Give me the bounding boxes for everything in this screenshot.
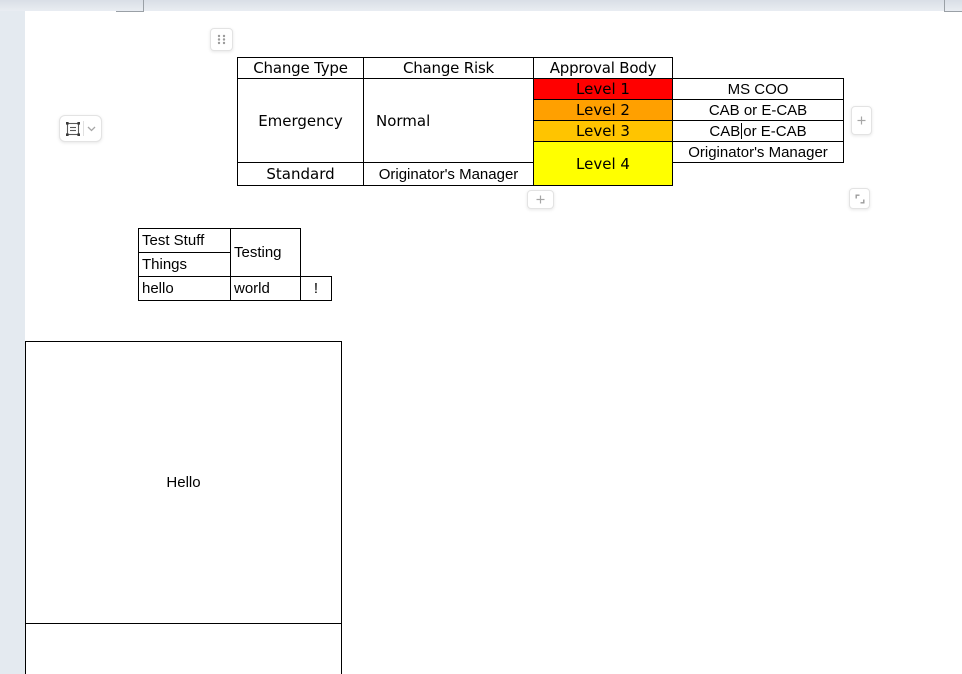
window-top-strip xyxy=(0,0,962,11)
table-row-header: Change Type Change Risk Approval Body xyxy=(237,57,844,79)
cell-approver-level-4[interactable]: Originator's Manager xyxy=(672,140,844,164)
cell-change-type-emergency[interactable]: Emergency xyxy=(237,77,364,164)
grip-dots-icon xyxy=(216,33,227,46)
page-left-margin xyxy=(0,11,25,674)
cell-change-type-standard[interactable]: Standard xyxy=(237,162,364,186)
cell-level-2[interactable]: Level 2 xyxy=(533,99,673,121)
hello-block-table[interactable]: Hello xyxy=(25,341,342,674)
column-header-approval-body: Approval Body xyxy=(533,57,673,79)
drag-handle[interactable] xyxy=(210,28,233,51)
resize-table-button[interactable] xyxy=(849,188,870,209)
add-row-button[interactable] xyxy=(527,190,554,209)
column-header-change-type: Change Type xyxy=(237,57,364,79)
table-fragment-top-right xyxy=(944,0,962,12)
table-fragment-top-left xyxy=(116,0,144,12)
cell-approver-level-3[interactable]: CAB or E-CAB xyxy=(672,120,844,142)
chevron-down-icon[interactable] xyxy=(86,123,97,134)
plus-icon xyxy=(856,115,867,126)
add-column-button[interactable] xyxy=(851,106,872,135)
cell-test-stuff[interactable]: Test Stuff xyxy=(138,228,231,253)
plus-icon xyxy=(535,194,546,205)
column-header-change-risk: Change Risk xyxy=(363,57,534,79)
cell-standard-spacer xyxy=(673,163,844,186)
cell-approver-level-1[interactable]: MS COO xyxy=(672,78,844,100)
cell-exclamation[interactable]: ! xyxy=(300,276,332,301)
approver-text-before-caret: CAB xyxy=(709,122,741,140)
cell-level-3[interactable]: Level 3 xyxy=(533,120,673,142)
cell-things[interactable]: Things xyxy=(138,252,231,277)
document-editor-root: Change Type Change Risk Approval Body Em… xyxy=(0,0,962,674)
table-row: hello world ! xyxy=(138,276,332,301)
select-block-icon[interactable] xyxy=(65,121,81,137)
cell-level-4[interactable]: Level 4 xyxy=(533,141,673,186)
cell-change-risk-standard[interactable]: Originator's Manager xyxy=(363,162,534,186)
block-toolbar[interactable] xyxy=(59,115,102,142)
cell-approver-level-2[interactable]: CAB or E-CAB xyxy=(672,99,844,121)
approver-text-after-caret: or E-CAB xyxy=(743,122,807,140)
cell-empty-block[interactable] xyxy=(25,623,342,674)
resize-corner-icon xyxy=(854,193,866,205)
table-row: Test Stuff Testing xyxy=(138,228,332,277)
approval-matrix-table[interactable]: Change Type Change Risk Approval Body Em… xyxy=(237,57,844,186)
table-row: Hello xyxy=(25,341,342,624)
cell-hello-block[interactable]: Hello xyxy=(25,341,342,624)
cell-world[interactable]: world xyxy=(230,276,301,301)
test-stuff-table[interactable]: Test Stuff Testing Things hello world ! xyxy=(138,228,332,301)
cell-level-1[interactable]: Level 1 xyxy=(533,78,673,100)
toolbar-divider xyxy=(82,121,84,136)
table-row-level-1: Emergency Normal Level 1 MS COO xyxy=(237,77,844,164)
table-row xyxy=(25,623,342,674)
cell-change-risk-normal[interactable]: Normal xyxy=(363,77,534,164)
cell-testing[interactable]: Testing xyxy=(230,228,301,277)
column-header-spacer xyxy=(673,58,844,79)
cell-hello[interactable]: hello xyxy=(138,276,231,301)
